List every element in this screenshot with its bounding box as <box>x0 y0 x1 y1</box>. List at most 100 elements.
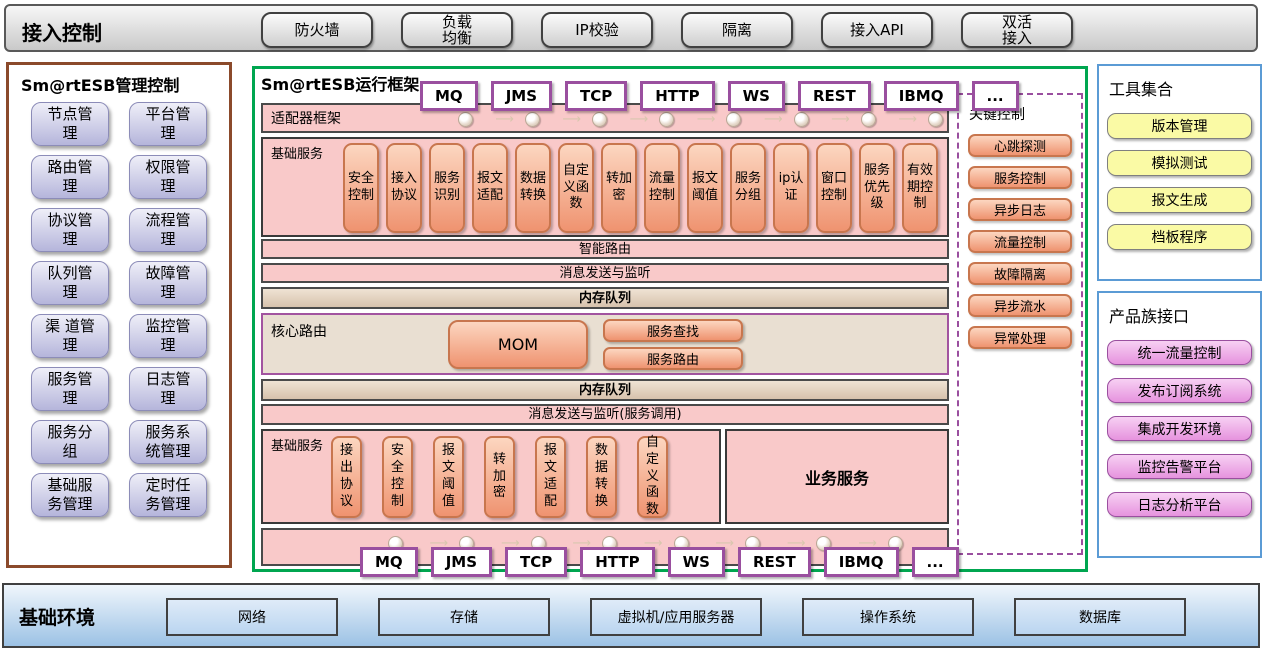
environment-box[interactable]: 操作系统 <box>802 598 974 636</box>
access-control-button[interactable]: 接入API <box>821 12 933 48</box>
management-item-button[interactable]: 渠 道管理 <box>31 314 109 358</box>
protocol-box[interactable]: IBMQ <box>884 81 959 111</box>
protocol-box[interactable]: TCP <box>505 547 567 577</box>
management-item-button[interactable]: 日志管理 <box>129 367 207 411</box>
base-service-button[interactable]: 报文适配 <box>535 436 566 518</box>
base-service-button[interactable]: ip认证 <box>773 143 809 233</box>
toolset-buttons: 版本管理 模拟测试 报文生成 档板程序 <box>1099 113 1260 250</box>
access-control-buttons: 防火墙 负载 均衡 IP校验 隔离 接入API 双活 接入 <box>261 12 1073 48</box>
environment-box[interactable]: 存储 <box>378 598 550 636</box>
access-control-button[interactable]: 双活 接入 <box>961 12 1073 48</box>
tool-button[interactable]: 模拟测试 <box>1107 150 1252 176</box>
management-item-button[interactable]: 节点管理 <box>31 102 109 146</box>
management-item-button[interactable]: 故障管理 <box>129 261 207 305</box>
management-item-button[interactable]: 平台管理 <box>129 102 207 146</box>
base-service-button[interactable]: 报文阈值 <box>687 143 723 233</box>
base-service-button[interactable]: 安全控制 <box>382 436 413 518</box>
product-interface-button[interactable]: 日志分析平台 <box>1107 492 1252 517</box>
management-item-button[interactable]: 服务管理 <box>31 367 109 411</box>
access-control-button[interactable]: 隔离 <box>681 12 793 48</box>
tool-button[interactable]: 版本管理 <box>1107 113 1252 139</box>
key-control-button[interactable]: 流量控制 <box>968 230 1072 253</box>
base-service-button[interactable]: 数据转换 <box>515 143 551 233</box>
key-control-button[interactable]: 异步流水 <box>968 294 1072 317</box>
access-control-button[interactable]: 防火墙 <box>261 12 373 48</box>
environment-box[interactable]: 数据库 <box>1014 598 1186 636</box>
access-control-button[interactable]: 负载 均衡 <box>401 12 513 48</box>
management-item-button[interactable]: 监控管理 <box>129 314 207 358</box>
base-service-button[interactable]: 自定义函数 <box>637 436 668 518</box>
base-service-button[interactable]: 流量控制 <box>644 143 680 233</box>
protocol-box[interactable]: MQ <box>360 547 418 577</box>
key-control-button[interactable]: 心跳探测 <box>968 134 1072 157</box>
key-control-button[interactable]: 故障隔离 <box>968 262 1072 285</box>
base-service-button[interactable]: 服务识别 <box>429 143 465 233</box>
management-item-button[interactable]: 定时任务管理 <box>129 473 207 517</box>
base-service-button[interactable]: 报文阈值 <box>433 436 464 518</box>
protocol-box[interactable]: REST <box>798 81 871 111</box>
base-service-button[interactable]: 窗口控制 <box>816 143 852 233</box>
tool-button[interactable]: 档板程序 <box>1107 224 1252 250</box>
product-family-panel: 产品族接口 统一流量控制 发布订阅系统 集成开发环境 监控告警平台 日志分析平台 <box>1097 291 1262 558</box>
service-router-button[interactable]: 服务路由 <box>603 347 743 370</box>
tool-button[interactable]: 报文生成 <box>1107 187 1252 213</box>
key-control-button[interactable]: 异步日志 <box>968 198 1072 221</box>
protocol-box[interactable]: WS <box>728 81 785 111</box>
protocol-box[interactable]: MQ <box>420 81 478 111</box>
management-item-button[interactable]: 基础服务管理 <box>31 473 109 517</box>
protocol-box[interactable]: IBMQ <box>824 547 899 577</box>
protocol-box[interactable]: JMS <box>431 547 492 577</box>
protocol-box[interactable]: REST <box>738 547 811 577</box>
message-listen-band: 消息发送与监听 <box>261 263 949 283</box>
access-control-button[interactable]: IP校验 <box>541 12 653 48</box>
connector-unit: ⟶ <box>562 112 607 127</box>
protocol-box[interactable]: ... <box>972 81 1019 111</box>
key-control-button[interactable]: 异常处理 <box>968 326 1072 349</box>
base-service-button[interactable]: 数据转换 <box>586 436 617 518</box>
management-item-button[interactable]: 服务分组 <box>31 420 109 464</box>
base-service-button[interactable]: 服务优先级 <box>859 143 895 233</box>
memory-queue-band-2: 内存队列 <box>261 379 949 401</box>
management-item-button[interactable]: 流程管理 <box>129 208 207 252</box>
base-service-button[interactable]: 转加密 <box>601 143 637 233</box>
product-interface-button[interactable]: 统一流量控制 <box>1107 340 1252 365</box>
product-interface-button[interactable]: 集成开发环境 <box>1107 416 1252 441</box>
base-service-button[interactable]: 接出协议 <box>331 436 362 518</box>
message-listen-service-call-band: 消息发送与监听(服务调用) <box>261 404 949 425</box>
base-environment-boxes: 网络 存储 虚拟机/应用服务器 操作系统 数据库 <box>166 598 1186 636</box>
connector-unit: ⟶ <box>764 112 809 127</box>
product-family-buttons: 统一流量控制 发布订阅系统 集成开发环境 监控告警平台 日志分析平台 <box>1099 340 1260 517</box>
base-service-button[interactable]: 转加密 <box>484 436 515 518</box>
protocol-box[interactable]: HTTP <box>580 547 654 577</box>
base-service-button[interactable]: 服务分组 <box>730 143 766 233</box>
product-interface-button[interactable]: 监控告警平台 <box>1107 454 1252 479</box>
environment-box[interactable]: 网络 <box>166 598 338 636</box>
key-control-buttons: 心跳探测 服务控制 异步日志 流量控制 故障隔离 异步流水 异常处理 <box>959 134 1081 349</box>
base-service-button[interactable]: 安全控制 <box>343 143 379 233</box>
environment-box[interactable]: 虚拟机/应用服务器 <box>590 598 762 636</box>
protocol-row-bottom: MQ JMS TCP HTTP WS REST IBMQ ... <box>360 547 959 577</box>
protocol-box[interactable]: WS <box>668 547 725 577</box>
base-services-bottom-band: 基础服务 接出协议 安全控制 报文阈值 转加密 报文适配 数据转换 自定义函数 <box>261 429 721 524</box>
base-service-button[interactable]: 有效期控制 <box>902 143 938 233</box>
base-service-button[interactable]: 接入协议 <box>386 143 422 233</box>
management-item-button[interactable]: 队列管理 <box>31 261 109 305</box>
protocol-box[interactable]: TCP <box>565 81 627 111</box>
management-item-button[interactable]: 权限管理 <box>129 155 207 199</box>
management-item-button[interactable]: 路由管理 <box>31 155 109 199</box>
protocol-box[interactable]: JMS <box>491 81 552 111</box>
base-service-button[interactable]: 报文适配 <box>472 143 508 233</box>
key-control-button[interactable]: 服务控制 <box>968 166 1072 189</box>
management-item-button[interactable]: 服务系统管理 <box>129 420 207 464</box>
connector-unit: ⟶ <box>898 112 943 127</box>
esb-management-panel: Sm@rtESB管理控制 节点管理 平台管理 路由管理 权限管理 协议管理 流程… <box>6 62 232 568</box>
base-service-button[interactable]: 自定义函数 <box>558 143 594 233</box>
management-item-button[interactable]: 协议管理 <box>31 208 109 252</box>
mom-button[interactable]: MOM <box>448 320 588 369</box>
protocol-box[interactable]: HTTP <box>640 81 714 111</box>
protocol-box[interactable]: ... <box>912 547 959 577</box>
connector-bead-icon <box>861 112 876 127</box>
base-services-top-label: 基础服务 <box>271 139 323 235</box>
product-interface-button[interactable]: 发布订阅系统 <box>1107 378 1252 403</box>
service-finder-button[interactable]: 服务查找 <box>603 319 743 342</box>
